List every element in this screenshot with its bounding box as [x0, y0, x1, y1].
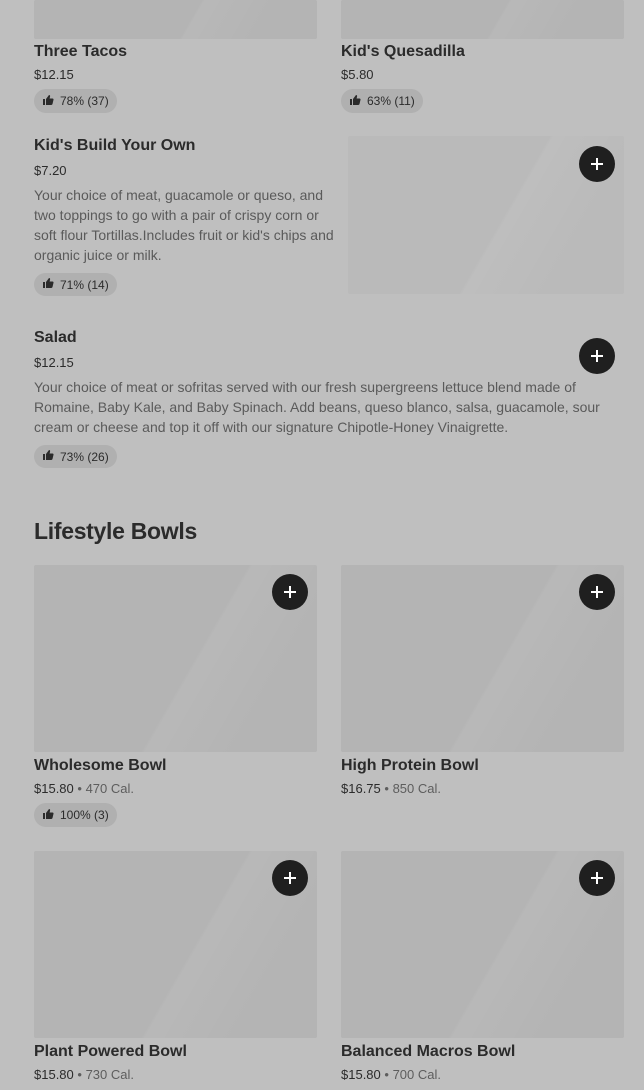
- rating-text: 63% (11): [367, 94, 415, 108]
- plus-icon: [591, 350, 603, 362]
- rating-text: 100% (3): [60, 808, 109, 822]
- separator: •: [77, 781, 82, 796]
- add-button[interactable]: [579, 146, 615, 182]
- rating-text: 78% (37): [60, 94, 109, 108]
- item-title[interactable]: Kid's Quesadilla: [341, 43, 465, 61]
- item-price: $5.80: [341, 67, 374, 82]
- item-title[interactable]: Wholesome Bowl: [34, 757, 166, 775]
- item-price: $7.20: [34, 163, 67, 178]
- item-price: $12.15: [34, 355, 74, 370]
- item-title[interactable]: Three Tacos: [34, 43, 127, 61]
- item-title[interactable]: Balanced Macros Bowl: [341, 1043, 515, 1061]
- item-title[interactable]: High Protein Bowl: [341, 757, 479, 775]
- item-calories: 470 Cal.: [85, 781, 134, 796]
- rating-text: 73% (26): [60, 449, 109, 464]
- add-button[interactable]: [579, 574, 615, 610]
- item-calories: 700 Cal.: [392, 1067, 441, 1082]
- add-button[interactable]: [272, 574, 308, 610]
- item-title: Salad: [34, 329, 77, 346]
- rating-badge: 100% (3): [34, 803, 117, 827]
- separator: •: [384, 781, 389, 796]
- rating-badge: 78% (37): [34, 89, 117, 113]
- thumbs-up-icon: [42, 94, 54, 109]
- plus-icon: [591, 586, 603, 598]
- item-image-three-tacos[interactable]: [34, 0, 317, 39]
- list-item[interactable]: Salad $12.15 Your choice of meat or sofr…: [34, 328, 624, 470]
- item-calories: 730 Cal.: [85, 1067, 134, 1082]
- add-button[interactable]: [579, 860, 615, 896]
- separator: •: [77, 1067, 82, 1082]
- item-price: $16.75: [341, 781, 381, 796]
- item-price-line: $16.75 • 850 Cal.: [341, 781, 441, 796]
- item-price-line: $15.80 • 700 Cal.: [341, 1067, 441, 1082]
- item-price: $15.80: [34, 781, 74, 796]
- item-calories: 850 Cal.: [392, 781, 441, 796]
- plus-icon: [284, 872, 296, 884]
- item-description: Your choice of meat or sofritas served w…: [34, 379, 600, 435]
- item-title[interactable]: Plant Powered Bowl: [34, 1043, 187, 1061]
- add-button[interactable]: [272, 860, 308, 896]
- rating-text: 71% (14): [60, 277, 109, 292]
- item-price: $15.80: [341, 1067, 381, 1082]
- item-description: Your choice of meat, guacamole or queso,…: [34, 187, 334, 263]
- plus-icon: [591, 872, 603, 884]
- item-price: $12.15: [34, 67, 74, 82]
- add-button[interactable]: [579, 338, 615, 374]
- rating-badge: 63% (11): [341, 89, 423, 113]
- thumbs-up-icon: [42, 277, 54, 292]
- plus-icon: [284, 586, 296, 598]
- thumbs-up-icon: [349, 94, 361, 109]
- item-price-line: $15.80 • 730 Cal.: [34, 1067, 134, 1082]
- item-title: Kid's Build Your Own: [34, 137, 196, 154]
- thumbs-up-icon: [42, 449, 54, 464]
- plus-icon: [591, 158, 603, 170]
- thumbs-up-icon: [42, 808, 54, 823]
- item-image-kids-quesadilla[interactable]: [341, 0, 624, 39]
- item-price-line: $15.80 • 470 Cal.: [34, 781, 134, 796]
- separator: •: [384, 1067, 389, 1082]
- section-title: Lifestyle Bowls: [34, 518, 197, 544]
- rating-badge: 71% (14): [34, 273, 117, 296]
- item-price: $15.80: [34, 1067, 74, 1082]
- rating-badge: 73% (26): [34, 445, 117, 468]
